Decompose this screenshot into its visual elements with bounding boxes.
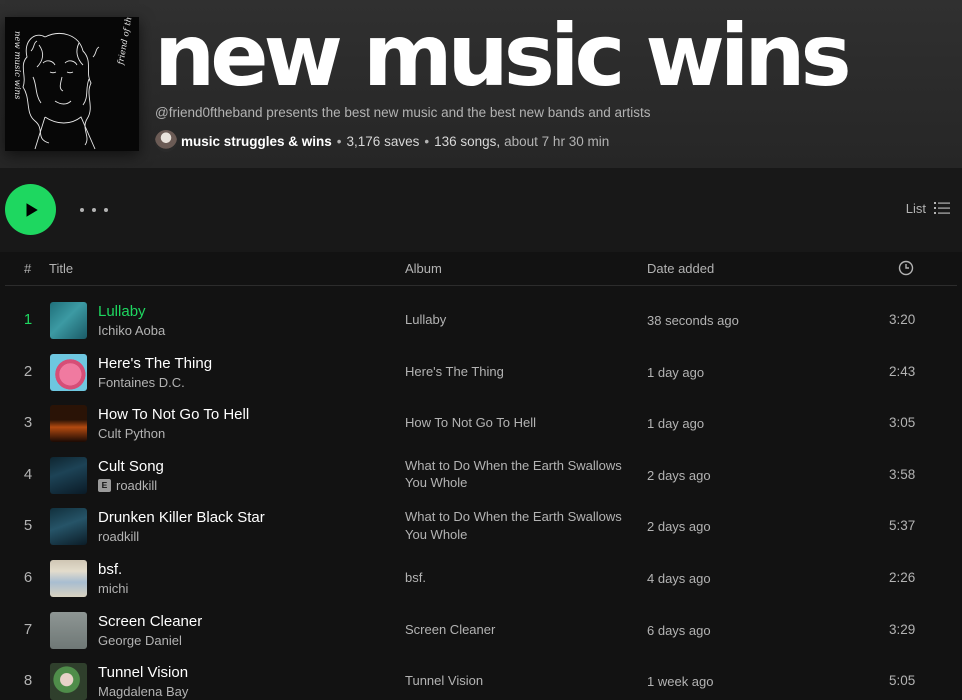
track-number: 8 <box>23 672 33 690</box>
playlist-duration: about 7 hr 30 min <box>504 133 610 149</box>
separator-dot: • <box>336 133 342 149</box>
track-row[interactable]: 6 bsf. michi bsf. 4 days ago 2:26 <box>0 552 962 604</box>
track-artist[interactable]: roadkill <box>98 529 139 544</box>
column-album[interactable]: Album <box>405 261 442 276</box>
explicit-badge: E <box>98 478 111 492</box>
owner-avatar[interactable] <box>155 130 177 152</box>
action-bar: List <box>0 168 962 252</box>
track-title[interactable]: bsf. <box>98 561 122 578</box>
track-album[interactable]: What to Do When the Earth Swallows You W… <box>405 457 637 492</box>
track-duration: 3:20 <box>889 312 916 327</box>
track-duration: 5:37 <box>889 518 916 534</box>
track-artist[interactable]: Eroadkill <box>98 478 157 493</box>
track-album[interactable]: Tunnel Vision <box>405 672 637 690</box>
track-title[interactable]: Cult Song <box>98 458 164 475</box>
album-art <box>50 456 87 494</box>
more-options-icon <box>80 208 84 212</box>
track-row[interactable]: 7 Screen Cleaner George Daniel Screen Cl… <box>0 604 962 656</box>
track-title[interactable]: Lullaby <box>98 303 146 320</box>
track-date-added: 38 seconds ago <box>647 313 739 328</box>
album-art <box>50 405 87 443</box>
track-date-added: 2 days ago <box>647 467 711 483</box>
track-duration: 3:58 <box>889 466 916 482</box>
track-duration: 3:05 <box>889 415 916 431</box>
album-art <box>50 302 87 339</box>
track-duration: 2:43 <box>889 363 916 379</box>
column-date-added[interactable]: Date added <box>647 261 714 276</box>
track-number: 3 <box>23 414 33 432</box>
album-art <box>50 508 87 546</box>
play-button[interactable] <box>5 184 56 235</box>
track-title[interactable]: Screen Cleaner <box>98 613 202 630</box>
view-toggle-button[interactable]: List <box>906 200 950 216</box>
track-artist[interactable]: Ichiko Aoba <box>98 323 165 338</box>
track-number: 1 <box>23 311 33 328</box>
track-title[interactable]: Tunnel Vision <box>98 664 188 681</box>
album-art <box>50 663 87 700</box>
track-title[interactable]: Here's The Thing <box>98 355 212 372</box>
track-list: 1 Lullaby Ichiko Aoba Lullaby 38 seconds… <box>0 294 962 700</box>
track-row[interactable]: 2 Here's The Thing Fontaines D.C. Here's… <box>0 346 962 398</box>
more-options-icon <box>92 208 96 212</box>
track-row[interactable]: 3 How To Not Go To Hell Cult Python How … <box>0 397 962 449</box>
track-date-added: 1 day ago <box>647 364 705 380</box>
track-duration: 5:05 <box>889 673 916 689</box>
track-title[interactable]: Drunken Killer Black Star <box>98 509 265 526</box>
saves-count: 3,176 saves <box>346 133 420 149</box>
track-duration: 3:29 <box>889 621 916 637</box>
view-label: List <box>905 200 926 216</box>
track-artist[interactable]: Fontaines D.C. <box>98 375 185 390</box>
more-options-button[interactable] <box>80 198 108 222</box>
track-date-added: 1 day ago <box>647 416 705 432</box>
track-table-header: # Title Album Date added <box>5 252 957 286</box>
track-artist[interactable]: michi <box>98 581 128 596</box>
track-album[interactable]: Here's The Thing <box>405 363 637 381</box>
track-album[interactable]: Screen Cleaner <box>405 621 637 639</box>
track-number: 7 <box>23 620 33 638</box>
track-album[interactable]: Lullaby <box>405 311 637 329</box>
column-number: # <box>24 261 32 276</box>
svg-text:new music wins: new music wins <box>12 31 22 100</box>
playlist-header: new music wins friend of the band new mu… <box>0 0 962 168</box>
track-number: 4 <box>23 465 33 483</box>
track-title[interactable]: How To Not Go To Hell <box>98 406 249 423</box>
track-artist[interactable]: Cult Python <box>98 426 165 441</box>
album-art <box>50 559 87 597</box>
track-row[interactable]: 4 Cult Song Eroadkill What to Do When th… <box>0 449 962 501</box>
column-title[interactable]: Title <box>49 261 73 276</box>
owner-link[interactable]: music struggles & wins <box>181 134 332 149</box>
cover-artwork: new music wins friend of the band <box>5 17 139 151</box>
track-duration: 2:26 <box>889 569 916 585</box>
clock-icon[interactable] <box>898 260 914 276</box>
track-album[interactable]: What to Do When the Earth Swallows You W… <box>405 508 637 543</box>
track-album[interactable]: How To Not Go To Hell <box>405 414 637 432</box>
track-artist[interactable]: Magdalena Bay <box>98 684 188 699</box>
separator-dot: • <box>424 133 430 149</box>
playlist-title: new music wins <box>154 6 852 106</box>
album-art <box>50 611 87 649</box>
track-date-added: 2 days ago <box>647 519 711 535</box>
track-date-added: 6 days ago <box>647 622 711 638</box>
track-date-added: 1 week ago <box>647 674 714 690</box>
more-options-icon <box>104 208 108 212</box>
track-artist[interactable]: George Daniel <box>98 633 182 648</box>
songs-count: 136 songs, <box>434 133 501 149</box>
playlist-cover-image[interactable]: new music wins friend of the band <box>5 17 139 151</box>
track-row[interactable]: 8 Tunnel Vision Magdalena Bay Tunnel Vis… <box>0 655 962 700</box>
track-date-added: 4 days ago <box>647 570 711 586</box>
playlist-description: @friend0ftheband presents the best new m… <box>155 105 651 120</box>
track-number: 2 <box>23 362 33 380</box>
play-icon <box>26 202 38 217</box>
list-view-icon <box>934 202 950 214</box>
track-row[interactable]: 1 Lullaby Ichiko Aoba Lullaby 38 seconds… <box>0 294 962 346</box>
track-album[interactable]: bsf. <box>405 569 637 587</box>
track-number: 5 <box>23 517 33 535</box>
album-art <box>50 353 87 391</box>
track-row[interactable]: 5 Drunken Killer Black Star roadkill Wha… <box>0 500 962 552</box>
track-number: 6 <box>23 568 33 586</box>
playlist-meta: music struggles & wins • 3,176 saves • 1… <box>155 129 609 153</box>
